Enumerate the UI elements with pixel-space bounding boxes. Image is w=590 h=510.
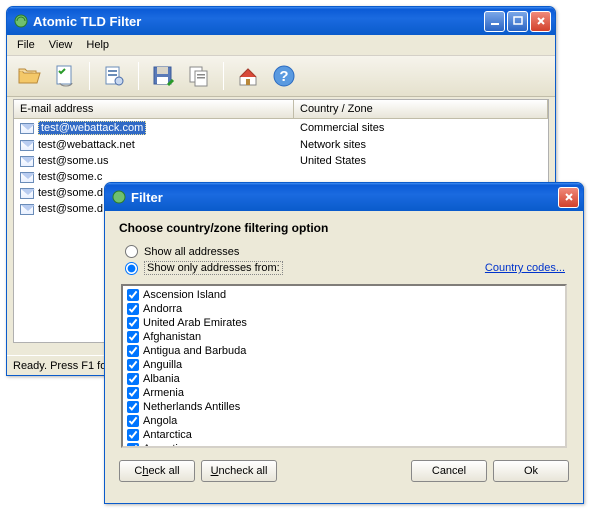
country-checkbox[interactable] (127, 387, 139, 399)
filter-dialog: Filter Choose country/zone filtering opt… (104, 182, 584, 504)
email-cell: test@webattack.net (38, 139, 135, 151)
country-checkbox[interactable] (127, 443, 139, 448)
country-checkbox[interactable] (127, 415, 139, 427)
country-cell: Commercial sites (300, 122, 384, 134)
country-label: United Arab Emirates (143, 316, 247, 330)
country-checkbox[interactable] (127, 317, 139, 329)
mail-icon (20, 188, 34, 199)
country-item[interactable]: Andorra (125, 302, 563, 316)
filter-title: Filter (131, 190, 558, 205)
country-checkbox[interactable] (127, 429, 139, 441)
country-label: Ascension Island (143, 288, 226, 302)
mail-icon (20, 123, 34, 134)
toolbar: ? (7, 56, 555, 97)
email-cell: test@some.c (38, 171, 102, 183)
menu-help[interactable]: Help (80, 37, 115, 53)
column-header-email[interactable]: E-mail address (14, 100, 294, 118)
mail-icon (20, 204, 34, 215)
country-cell: United States (300, 155, 366, 167)
uncheck-all-button[interactable]: Uncheck all (201, 460, 277, 482)
cancel-button[interactable]: Cancel (411, 460, 487, 482)
country-label: Armenia (143, 386, 184, 400)
settings-doc-icon[interactable] (98, 60, 130, 92)
filter-titlebar[interactable]: Filter (105, 183, 583, 211)
minimize-button[interactable] (484, 11, 505, 32)
radio-show-only-label: Show only addresses from: (144, 261, 283, 275)
copy-doc-icon[interactable] (183, 60, 215, 92)
country-item[interactable]: Anguilla (125, 358, 563, 372)
radio-show-all-input[interactable] (125, 245, 138, 258)
toolbar-separator (138, 62, 139, 90)
checklist-icon[interactable] (49, 60, 81, 92)
email-cell: test@webattack.com (38, 121, 146, 135)
country-label: Antarctica (143, 428, 192, 442)
country-item[interactable]: Argentina (125, 442, 563, 448)
email-cell: test@some.us (38, 155, 108, 167)
country-checkbox[interactable] (127, 345, 139, 357)
toolbar-separator (223, 62, 224, 90)
maximize-button[interactable] (507, 11, 528, 32)
country-label: Argentina (143, 442, 190, 448)
main-titlebar[interactable]: Atomic TLD Filter (7, 7, 555, 35)
email-cell: test@some.d (38, 203, 103, 215)
country-label: Anguilla (143, 358, 182, 372)
country-item[interactable]: United Arab Emirates (125, 316, 563, 330)
open-folder-icon[interactable] (13, 60, 45, 92)
country-list[interactable]: Ascension IslandAndorraUnited Arab Emira… (121, 284, 567, 448)
country-item[interactable]: Afghanistan (125, 330, 563, 344)
status-text: Ready. Press F1 fo (13, 360, 106, 372)
menu-file[interactable]: File (11, 37, 41, 53)
svg-text:?: ? (279, 68, 288, 85)
table-row[interactable]: test@webattack.com Commercial sites (14, 119, 548, 137)
table-row[interactable]: test@webattack.net Network sites (14, 137, 548, 153)
country-item[interactable]: Netherlands Antilles (125, 400, 563, 414)
list-header: E-mail address Country / Zone (14, 100, 548, 119)
country-checkbox[interactable] (127, 373, 139, 385)
toolbar-separator (89, 62, 90, 90)
email-cell: test@some.d (38, 187, 103, 199)
table-row[interactable]: test@some.us United States (14, 153, 548, 169)
country-label: Afghanistan (143, 330, 201, 344)
country-label: Antigua and Barbuda (143, 344, 246, 358)
country-checkbox[interactable] (127, 331, 139, 343)
save-floppy-icon[interactable] (147, 60, 179, 92)
app-icon (13, 13, 29, 29)
country-label: Albania (143, 372, 180, 386)
mail-icon (20, 172, 34, 183)
country-checkbox[interactable] (127, 289, 139, 301)
main-title: Atomic TLD Filter (33, 14, 484, 29)
country-item[interactable]: Ascension Island (125, 288, 563, 302)
check-all-button[interactable]: Check all (119, 460, 195, 482)
country-label: Andorra (143, 302, 182, 316)
country-checkbox[interactable] (127, 359, 139, 371)
country-codes-link[interactable]: Country codes... (485, 262, 565, 274)
column-header-country[interactable]: Country / Zone (294, 100, 548, 118)
country-cell: Network sites (300, 139, 366, 151)
close-button[interactable] (530, 11, 551, 32)
filter-app-icon (111, 189, 127, 205)
country-item[interactable]: Albania (125, 372, 563, 386)
mail-icon (20, 140, 34, 151)
menubar: File View Help (7, 35, 555, 56)
country-label: Angola (143, 414, 177, 428)
country-item[interactable]: Angola (125, 414, 563, 428)
ok-button[interactable]: Ok (493, 460, 569, 482)
filter-close-button[interactable] (558, 187, 579, 208)
country-checkbox[interactable] (127, 303, 139, 315)
menu-view[interactable]: View (43, 37, 79, 53)
mail-icon (20, 156, 34, 167)
country-item[interactable]: Antigua and Barbuda (125, 344, 563, 358)
filter-heading: Choose country/zone filtering option (119, 221, 569, 235)
radio-show-all-label: Show all addresses (144, 246, 239, 258)
radio-show-all[interactable]: Show all addresses (125, 245, 569, 258)
home-icon[interactable] (232, 60, 264, 92)
radio-show-only-input[interactable] (125, 262, 138, 275)
help-icon[interactable]: ? (268, 60, 300, 92)
country-checkbox[interactable] (127, 401, 139, 413)
country-item[interactable]: Armenia (125, 386, 563, 400)
country-label: Netherlands Antilles (143, 400, 240, 414)
country-item[interactable]: Antarctica (125, 428, 563, 442)
